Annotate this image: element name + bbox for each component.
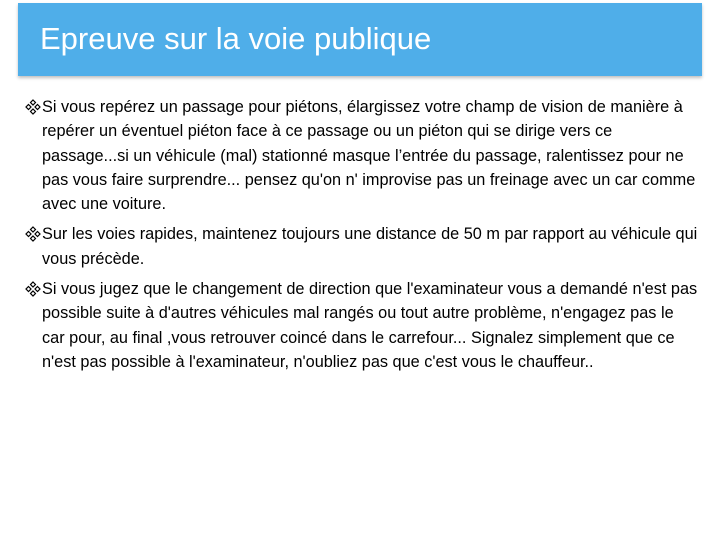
bullet-text: Si vous jugez que le changement de direc… xyxy=(42,280,698,371)
bullet-list: Si vous repérez un passage pour piétons,… xyxy=(25,95,700,380)
diamond-cluster-icon xyxy=(25,281,41,297)
diamond-cluster-icon xyxy=(25,226,41,243)
title-bar: Epreuve sur la voie publique xyxy=(18,3,702,76)
bullet-item: Si vous repérez un passage pour piétons,… xyxy=(25,95,700,216)
bullet-text: Si vous repérez un passage pour piétons,… xyxy=(42,98,696,214)
bullet-item: Sur les voies rapides, maintenez toujour… xyxy=(25,222,700,271)
slide-title: Epreuve sur la voie publique xyxy=(40,21,432,56)
slide: Epreuve sur la voie publique Si vous rep… xyxy=(0,0,720,540)
bullet-item: Si vous jugez que le changement de direc… xyxy=(25,277,700,374)
bullet-text: Sur les voies rapides, maintenez toujour… xyxy=(42,225,698,268)
diamond-cluster-icon xyxy=(25,99,41,115)
